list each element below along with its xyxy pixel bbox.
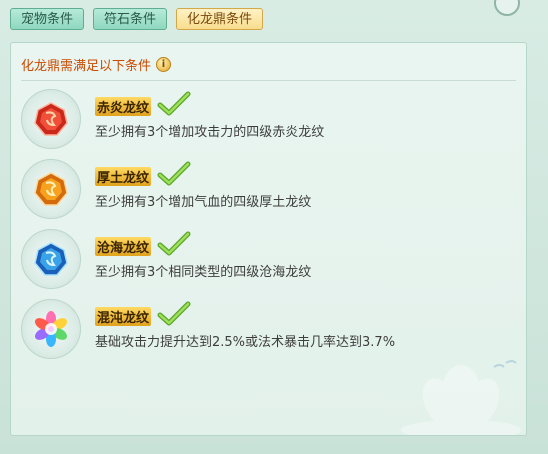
condition-item-canghai: 沧海龙纹 至少拥有3个相同类型的四级沧海龙纹 [21,229,511,293]
window-frame: 宠物条件 符石条件 化龙鼎条件 化龙鼎需满足以下条件 i 赤炎龙纹 至少拥有3个… [0,0,548,454]
check-icon [157,301,191,326]
title-divider [21,80,516,81]
tab-bar: 宠物条件 符石条件 化龙鼎条件 [10,8,264,30]
info-icon[interactable]: i [156,57,172,72]
blue-gem-icon [21,229,81,289]
orange-gem-icon [21,159,81,219]
tab-dragon-cauldron-conditions[interactable]: 化龙鼎条件 [176,8,264,30]
rainbow-flower-gem-icon [21,299,81,359]
lotus-decoration-icon [401,360,521,435]
tab-rune-conditions[interactable]: 符石条件 [93,8,168,30]
red-gem-icon [21,89,81,149]
condition-description: 至少拥有3个增加攻击力的四级赤炎龙纹 [95,125,325,140]
close-button[interactable] [494,0,520,16]
condition-description: 至少拥有3个增加气血的四级厚土龙纹 [95,195,312,210]
tab-pet-conditions[interactable]: 宠物条件 [10,8,85,30]
check-icon [157,161,191,186]
condition-name: 赤炎龙纹 [95,97,152,116]
conditions-panel: 化龙鼎需满足以下条件 i 赤炎龙纹 至少拥有3个增加攻击力的四级赤炎龙纹 厚土龙… [10,42,527,436]
condition-name: 厚土龙纹 [95,167,152,186]
panel-title-text: 化龙鼎需满足以下条件 [21,59,152,74]
condition-item-chiyan: 赤炎龙纹 至少拥有3个增加攻击力的四级赤炎龙纹 [21,89,511,153]
condition-name: 混沌龙纹 [95,307,152,326]
panel-title: 化龙鼎需满足以下条件 i [21,55,172,74]
condition-description: 至少拥有3个相同类型的四级沧海龙纹 [95,265,312,280]
condition-item-houtu: 厚土龙纹 至少拥有3个增加气血的四级厚土龙纹 [21,159,511,223]
check-icon [157,231,191,256]
check-icon [157,91,191,116]
condition-description: 基础攻击力提升达到2.5%或法术暴击几率达到3.7% [95,335,396,350]
condition-name: 沧海龙纹 [95,237,152,256]
